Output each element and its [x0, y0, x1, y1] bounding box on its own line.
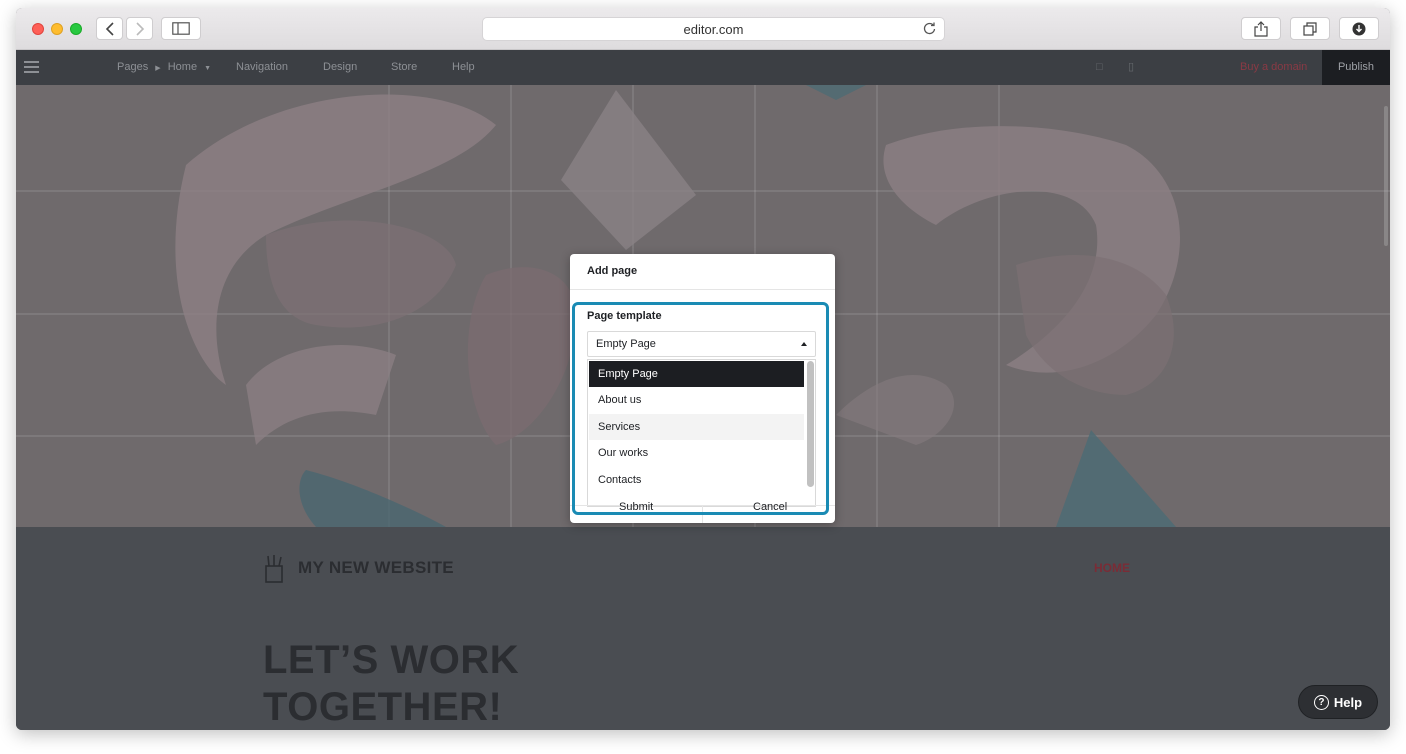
reload-icon[interactable] — [923, 21, 936, 38]
website-preview: MY NEW WEBSITE HOME LET’S WORK TOGETHER! — [16, 527, 1390, 730]
back-button[interactable] — [96, 17, 123, 40]
chevron-right-icon — [135, 21, 144, 36]
headline-line-2: TOGETHER! — [263, 685, 503, 729]
publish-button[interactable]: Publish — [1322, 50, 1390, 85]
site-headline: LET’S WORK TOGETHER! — [263, 637, 519, 730]
tabs-overview-button[interactable] — [1290, 17, 1330, 40]
help-button[interactable]: ? Help — [1298, 685, 1378, 719]
download-icon — [1352, 22, 1366, 35]
highlight-annotation-box — [572, 302, 829, 515]
sidebar-icon — [172, 22, 190, 35]
breadcrumb-arrow-icon: ▶ — [155, 65, 161, 72]
caret-down-icon: ▼ — [204, 65, 212, 72]
help-button-label: Help — [1333, 694, 1363, 710]
dialog-title: Add page — [587, 265, 638, 277]
chevron-left-icon — [105, 21, 114, 36]
address-bar[interactable]: editor.com — [482, 17, 945, 41]
site-nav-home[interactable]: HOME — [1094, 561, 1130, 575]
browser-chrome: editor.com — [16, 8, 1390, 50]
pages-label: Pages — [117, 61, 149, 73]
zoom-window-button[interactable] — [70, 23, 82, 35]
mobile-view-icon[interactable]: ▯ — [1128, 50, 1134, 85]
forward-button[interactable] — [126, 17, 153, 40]
desktop-view-icon[interactable]: □ — [1096, 50, 1103, 85]
share-icon — [1254, 20, 1268, 37]
question-icon: ? — [1313, 694, 1329, 710]
store-menu[interactable]: Store — [391, 50, 417, 85]
design-menu[interactable]: Design — [323, 50, 357, 85]
buy-domain-link[interactable]: Buy a domain — [1240, 50, 1307, 85]
headline-line-1: LET’S WORK — [263, 638, 520, 682]
pencil-cup-logo-icon — [264, 554, 286, 589]
close-window-button[interactable] — [32, 23, 44, 35]
site-title[interactable]: MY NEW WEBSITE — [298, 558, 454, 578]
navigation-menu[interactable]: Navigation — [236, 50, 288, 85]
minimize-window-button[interactable] — [51, 23, 63, 35]
sidebar-toggle-button[interactable] — [161, 17, 201, 40]
editor-toolbar: Pages ▶ Home ▼ Navigation Design Store H… — [16, 50, 1390, 85]
browser-window: editor.com Pages ▶ Home ▼ Navigation Des… — [16, 8, 1390, 730]
current-page-label: Home — [167, 61, 198, 73]
downloads-button[interactable] — [1339, 17, 1379, 40]
pages-menu[interactable]: Pages ▶ Home ▼ — [117, 50, 211, 85]
hamburger-menu-icon[interactable] — [24, 61, 39, 73]
url-text: editor.com — [683, 21, 744, 37]
dialog-divider — [570, 289, 835, 290]
tabs-icon — [1303, 21, 1317, 36]
help-menu[interactable]: Help — [452, 50, 475, 85]
page-scrollbar[interactable] — [1384, 106, 1388, 246]
share-button[interactable] — [1241, 17, 1281, 40]
